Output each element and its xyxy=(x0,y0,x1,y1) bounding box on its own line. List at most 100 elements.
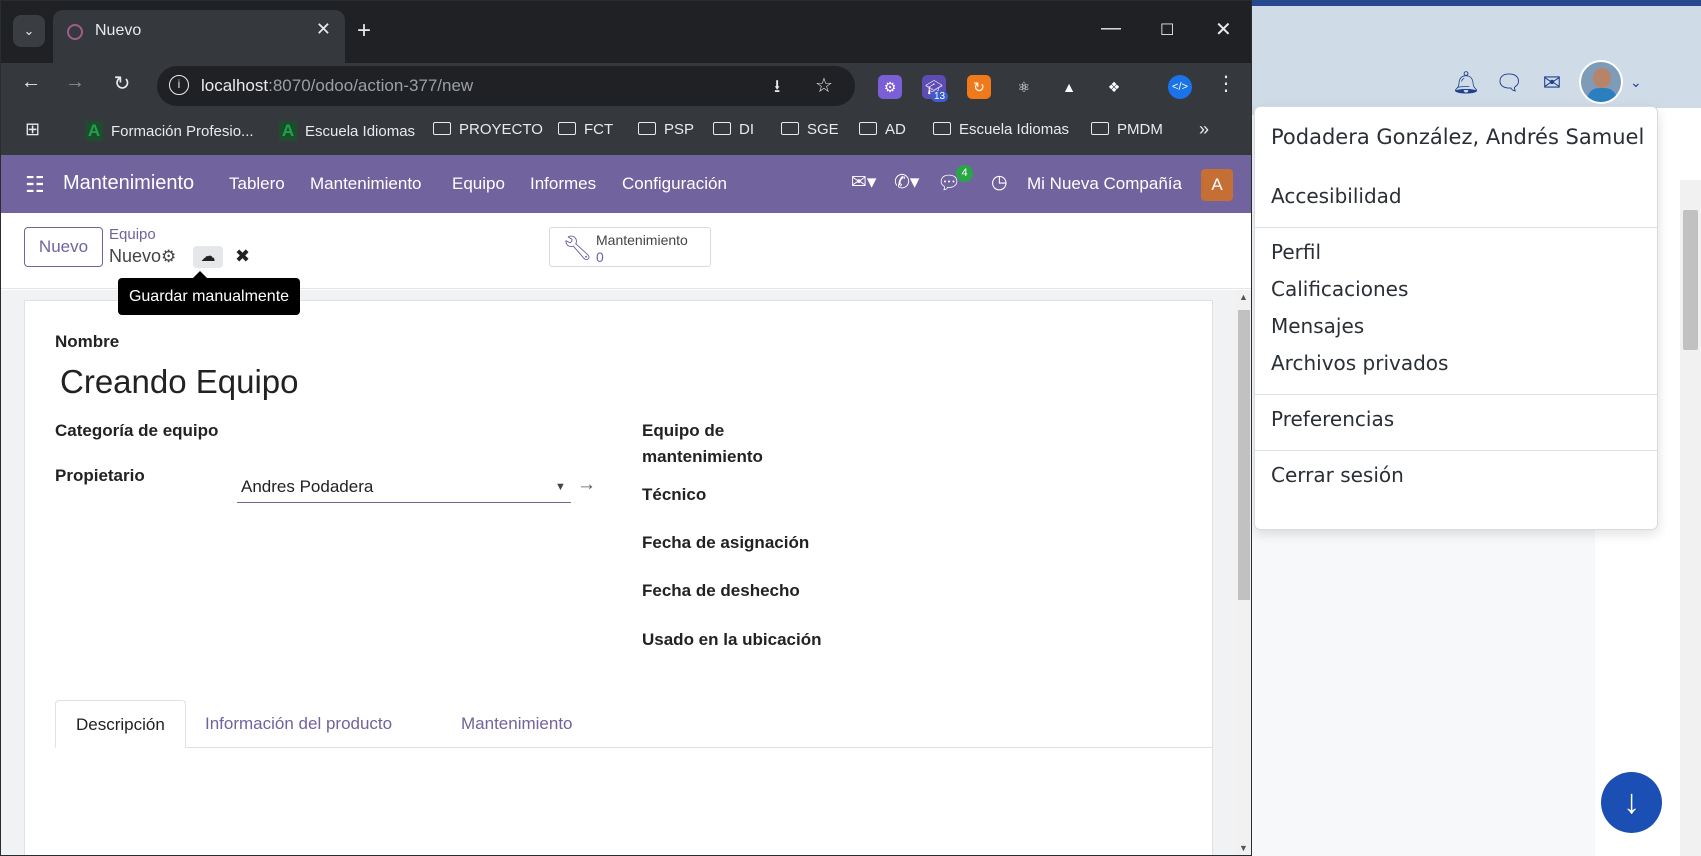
code-extension-icon[interactable]: </> xyxy=(1168,75,1192,99)
react-extension-icon[interactable]: ⚛ xyxy=(1012,75,1036,99)
owner-label: Propietario xyxy=(55,466,145,485)
team-label-line1: Equipo de xyxy=(642,421,725,440)
maintenance-smart-button[interactable]: 🔧︎ Mantenimiento 0 xyxy=(549,227,711,267)
user-avatar[interactable] xyxy=(1579,60,1623,104)
odoo-favicon-icon xyxy=(67,24,83,40)
nav-item-equipo[interactable]: Equipo xyxy=(452,174,505,194)
sync-extension-icon[interactable]: ↻ xyxy=(967,75,991,99)
minimize-icon[interactable]: — xyxy=(1101,17,1121,40)
folder-icon xyxy=(558,122,576,135)
menu-item-private-files[interactable]: Archivos privados xyxy=(1271,351,1448,375)
tab-search-button[interactable]: ⌄ xyxy=(13,15,45,47)
more-bookmarks-icon[interactable]: » xyxy=(1199,119,1209,140)
name-input[interactable]: Creando Equipo xyxy=(60,363,299,401)
arrow-down-icon: ↓ xyxy=(1623,783,1640,821)
menu-item-preferences[interactable]: Preferencias xyxy=(1271,407,1394,431)
app-name[interactable]: Mantenimiento xyxy=(63,172,194,195)
nav-item-configuracion[interactable]: Configuración xyxy=(622,174,727,194)
internal-link-arrow-icon[interactable]: → xyxy=(577,474,596,496)
category-label: Categoría de equipo xyxy=(55,421,219,440)
a-logo-icon: A xyxy=(279,121,297,141)
company-name[interactable]: Mi Nueva Compañía xyxy=(1027,174,1182,194)
whatsapp-dropdown-icon[interactable]: ✆▾ xyxy=(894,171,919,194)
extension-badge: 13 xyxy=(931,91,949,102)
angular-extension-icon[interactable]: ▲ xyxy=(1057,75,1081,99)
scroll-down-button[interactable]: ↓ xyxy=(1601,772,1662,833)
folder-icon xyxy=(433,122,451,135)
nav-item-mantenimiento[interactable]: Mantenimiento xyxy=(310,174,422,194)
forward-icon[interactable]: → xyxy=(61,71,89,94)
browser-tab[interactable]: Nuevo ✕ xyxy=(53,10,345,63)
notebook-tabs: Descripción Información del producto Man… xyxy=(55,700,1213,748)
new-record-button[interactable]: Nuevo xyxy=(24,227,103,267)
scroll-down-icon[interactable]: ▼ xyxy=(1239,843,1248,853)
site-info-icon[interactable]: i xyxy=(169,75,189,95)
breadcrumb-parent[interactable]: Equipo xyxy=(109,226,156,243)
close-window-icon[interactable]: ✕ xyxy=(1215,17,1232,42)
address-bar[interactable]: i localhost:8070/odoo/action-377/new ⭳ ☆ xyxy=(157,66,855,106)
bookmark-star-icon[interactable]: ☆ xyxy=(815,73,833,98)
owner-input[interactable]: Andres Podadera xyxy=(237,473,571,503)
menu-item-ratings[interactable]: Calificaciones xyxy=(1271,277,1408,301)
user-avatar-letter[interactable]: A xyxy=(1201,169,1233,201)
bookmark-folder[interactable]: PSP xyxy=(638,121,694,138)
browser-menu-icon[interactable]: ⋮ xyxy=(1212,71,1240,96)
activities-clock-icon[interactable]: ◷ xyxy=(991,171,1008,194)
form-view: Nombre Creando Equipo Categoría de equip… xyxy=(1,290,1235,855)
bookmarks-bar: ⊞ A Formación Profesio... A Escuela Idioma… xyxy=(1,109,1251,155)
gear-extension-icon[interactable]: ⚙ xyxy=(878,75,902,99)
background-scrollbar[interactable] xyxy=(1680,180,1701,856)
mail-icon[interactable]: ✉︎ xyxy=(1537,68,1567,98)
url-text[interactable]: localhost:8070/odoo/action-377/new xyxy=(201,76,473,96)
discard-icon[interactable]: ✖ xyxy=(235,246,250,267)
apps-grid-icon[interactable]: ⊞ xyxy=(25,119,40,140)
scroll-up-icon[interactable]: ▲ xyxy=(1239,292,1248,302)
install-app-icon[interactable]: ⭳ xyxy=(774,74,780,104)
technician-label: Técnico xyxy=(642,485,707,504)
bookmark-folder[interactable]: Escuela Idiomas xyxy=(933,121,1069,138)
back-icon[interactable]: ← xyxy=(17,71,45,94)
reload-icon[interactable]: ↻ xyxy=(108,71,136,96)
bookmark-folder[interactable]: DI xyxy=(713,121,754,138)
bookmark-folder[interactable]: AD xyxy=(859,121,906,138)
bookmark-folder[interactable]: FCT xyxy=(558,121,613,138)
user-name: Podadera González, Andrés Samuel xyxy=(1271,125,1645,149)
maximize-icon[interactable]: ☐ xyxy=(1160,20,1174,40)
tab-maintenance[interactable]: Mantenimiento xyxy=(441,700,593,748)
bell-icon[interactable]: 🔔︎ xyxy=(1451,68,1481,98)
scrollbar-thumb[interactable] xyxy=(1238,310,1250,600)
chevron-down-icon[interactable]: ⌄ xyxy=(1630,74,1642,91)
nav-item-tablero[interactable]: Tablero xyxy=(229,174,285,194)
apps-menu-icon[interactable]: ☷ xyxy=(25,172,45,198)
user-dropdown-menu: Podadera González, Andrés Samuel Accesib… xyxy=(1254,106,1658,530)
a-logo-icon: A xyxy=(85,121,103,141)
location-label: Usado en la ubicación xyxy=(642,630,822,649)
bookmark-folder[interactable]: PMDM xyxy=(1091,121,1163,138)
smart-button-count: 0 xyxy=(596,249,604,265)
tab-description[interactable]: Descripción xyxy=(55,700,186,748)
form-sheet: Nombre Creando Equipo Categoría de equip… xyxy=(24,300,1213,855)
scrap-date-label: Fecha de deshecho xyxy=(642,581,800,600)
bookmark-folder[interactable]: SGE xyxy=(781,121,839,138)
save-tooltip: Guardar manualmente xyxy=(118,271,300,315)
close-tab-icon[interactable]: ✕ xyxy=(316,19,331,40)
new-tab-button[interactable]: + xyxy=(357,17,371,45)
menu-item-messages[interactable]: Mensajes xyxy=(1271,314,1364,338)
menu-item-accessibility[interactable]: Accesibilidad xyxy=(1271,184,1402,208)
chevron-down-icon: ⌄ xyxy=(23,23,35,38)
tab-product-info[interactable]: Información del producto xyxy=(185,700,412,748)
page-scrollbar[interactable]: ▲ ▼ xyxy=(1235,290,1251,855)
save-cloud-icon[interactable]: ☁ xyxy=(193,246,223,268)
bookmark-item[interactable]: A Escuela Idiomas xyxy=(279,121,415,141)
assign-date-label: Fecha de asignación xyxy=(642,533,810,552)
menu-item-logout[interactable]: Cerrar sesión xyxy=(1271,463,1404,487)
chat-icon[interactable]: 🗨︎ xyxy=(1494,68,1524,98)
menu-item-profile[interactable]: Perfil xyxy=(1271,240,1321,264)
mail-dropdown-icon[interactable]: ✉▾ xyxy=(851,171,876,194)
gear-icon[interactable]: ⚙ xyxy=(161,247,176,267)
nav-item-informes[interactable]: Informes xyxy=(530,174,596,194)
dropdown-caret-icon[interactable]: ▼ xyxy=(555,481,566,493)
bookmark-item[interactable]: A Formación Profesio... xyxy=(85,121,254,141)
bookmark-folder[interactable]: PROYECTO xyxy=(433,121,543,138)
puzzle-extensions-icon[interactable]: ❖ xyxy=(1102,75,1126,99)
